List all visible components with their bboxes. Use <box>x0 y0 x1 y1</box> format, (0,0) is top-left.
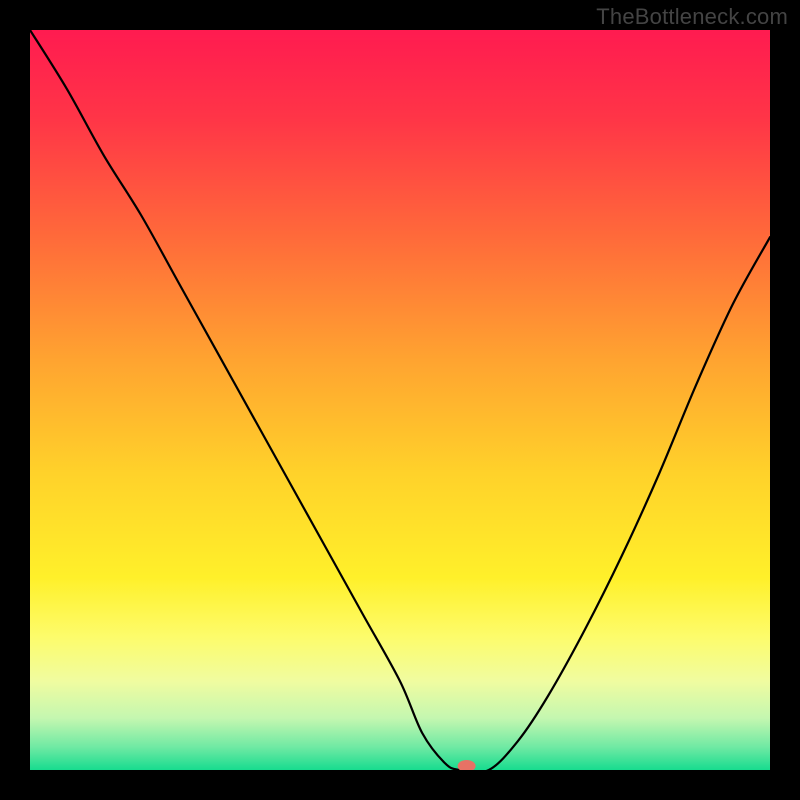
chart-frame: TheBottleneck.com <box>0 0 800 800</box>
chart-background <box>30 30 770 770</box>
plot-area <box>30 30 770 770</box>
watermark-label: TheBottleneck.com <box>596 4 788 30</box>
chart-svg <box>30 30 770 770</box>
